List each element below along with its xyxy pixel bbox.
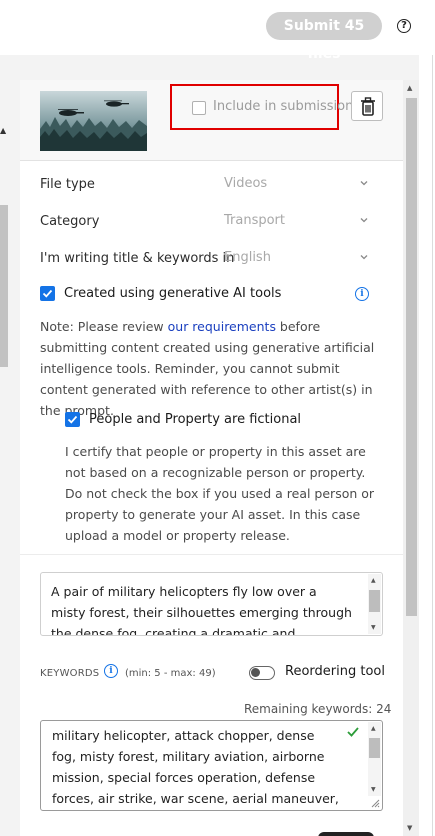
left-gutter [0,80,10,836]
panel-scrollbar-thumb[interactable] [406,98,417,616]
keywords-scrollbar-thumb[interactable] [369,738,380,758]
trash-icon [361,97,375,116]
info-icon[interactable]: i [104,664,118,678]
right-edge-divider [432,55,433,836]
scroll-down-icon[interactable]: ▼ [371,624,376,631]
scroll-up-icon[interactable]: ▲ [371,577,376,584]
fictional-checkbox[interactable] [65,412,80,427]
help-icon[interactable]: ? [397,19,411,33]
chevron-down-icon[interactable] [360,253,368,261]
fictional-label: People and Property are fictional [89,412,302,427]
left-scrollbar-thumb[interactable] [0,205,8,367]
left-scroll-up-icon[interactable]: ▲ [0,126,6,135]
scroll-up-icon[interactable]: ▲ [371,725,376,732]
delete-asset-button[interactable] [351,91,383,121]
include-label: Include in submission [213,99,354,114]
scroll-down-icon[interactable]: ▼ [407,824,412,832]
generative-ai-note: Note: Please review our requirements bef… [40,319,375,418]
keywords-label: KEYWORDS [40,668,100,679]
toggle-knob [251,668,260,677]
chevron-down-icon[interactable] [360,216,368,224]
keywords-scrollbar[interactable]: ▲ ▼ [368,722,381,796]
bottom-button-edge[interactable] [318,832,374,836]
panel-scrollbar[interactable]: ▲ ▼ [403,80,419,836]
info-icon[interactable]: i [355,287,369,301]
reordering-toggle[interactable] [249,666,275,680]
asset-header: Include in submission [20,80,403,161]
scroll-down-icon[interactable]: ▼ [371,786,376,793]
language-label: I'm writing title & keywords in [40,251,235,266]
include-checkbox[interactable] [192,101,206,115]
file-type-label: File type [40,177,95,192]
reordering-label: Reordering tool [285,664,385,679]
category-select[interactable]: Transport [224,213,285,228]
fictional-certify-text: I certify that people or property in thi… [65,444,375,543]
title-text: A pair of military helicopters fly low o… [51,584,352,636]
category-label: Category [40,214,100,229]
top-bar: Submit 45 files ? [0,0,435,62]
title-scrollbar-thumb[interactable] [369,590,380,612]
asset-detail-panel: Include in submission File type Videos C… [20,80,403,836]
generative-ai-checkbox[interactable] [40,286,55,301]
chevron-down-icon[interactable] [360,179,368,187]
title-scrollbar[interactable]: ▲ ▼ [368,574,381,634]
keywords-textarea[interactable]: military helicopter, attack chopper, den… [40,720,383,811]
keywords-text: military helicopter, attack chopper, den… [52,728,339,806]
title-textarea[interactable]: A pair of military helicopters fly low o… [40,572,383,636]
resize-handle-icon[interactable] [370,798,380,808]
check-icon [347,727,359,737]
generative-ai-label: Created using generative AI tools [64,286,282,301]
requirements-link[interactable]: our requirements [168,319,276,334]
scroll-up-icon[interactable]: ▲ [407,84,412,92]
keywords-minmax: (min: 5 - max: 49) [125,668,216,679]
remaining-keywords: Remaining keywords: 24 [244,702,392,716]
file-type-select[interactable]: Videos [224,176,267,191]
asset-thumbnail[interactable] [40,91,147,151]
language-select[interactable]: English [224,250,271,265]
submit-files-button[interactable]: Submit 45 files [266,12,382,62]
divider [20,554,403,555]
include-in-submission-highlight: Include in submission [170,84,353,130]
